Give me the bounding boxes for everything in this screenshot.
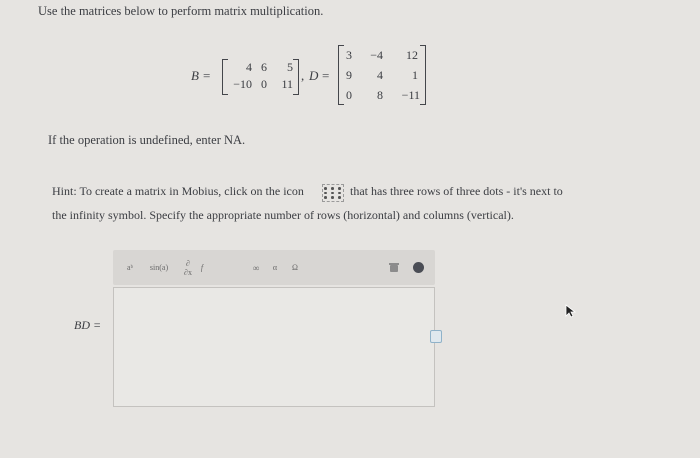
matrix-b-label: B: [191, 68, 199, 83]
matrix-b-right-bracket: [293, 59, 299, 95]
mouse-cursor-icon: [565, 304, 577, 318]
matrix-d-cell: 4: [377, 68, 383, 82]
instructions-text: Use the matrices below to perform matrix…: [38, 4, 324, 18]
info-button[interactable]: [411, 250, 425, 285]
info-icon: [412, 262, 424, 273]
matrix-b-equals: =: [203, 68, 211, 83]
matrix-d-cell: −11: [401, 88, 420, 102]
infinity-button[interactable]: ∞: [249, 250, 263, 285]
matrix-d-cell: −4: [370, 48, 383, 62]
hint-text-line1-end: that has three rows of three dots - it's…: [350, 184, 563, 198]
hint-text-line1: Hint: To create a matrix in Mobius, clic…: [52, 184, 304, 198]
matrix-separator: ,: [301, 68, 305, 83]
sin-button[interactable]: sin(a): [145, 250, 173, 285]
matrix-b-cell: 5: [287, 60, 293, 74]
matrix-d-cell: 9: [346, 68, 352, 82]
matrix-d-cell: 12: [406, 48, 418, 62]
undefined-note: If the operation is undefined, enter NA.: [48, 133, 246, 147]
matrix-d-label: D: [309, 68, 319, 83]
function-symbol: f: [200, 263, 204, 272]
math-toolbar: aᵇ sin(a) ∂ ∂x f ∞ α Ω: [113, 250, 435, 285]
matrix-b-cell: 11: [281, 77, 293, 91]
answer-label: BD =: [74, 318, 102, 332]
matrix-dots-icon: [322, 184, 344, 202]
power-button[interactable]: aᵇ: [117, 250, 143, 285]
matrix-d-cell: 8: [377, 88, 383, 102]
save-icon[interactable]: [430, 330, 442, 343]
matrix-d-right-bracket: [420, 45, 426, 105]
omega-button[interactable]: Ω: [289, 250, 301, 285]
matrix-d-cell: 3: [346, 48, 352, 62]
matrix-d-cell: 1: [412, 68, 418, 82]
answer-input[interactable]: [113, 287, 435, 407]
matrix-d-cell: 0: [346, 88, 352, 102]
hint-text-line2: the infinity symbol. Specify the appropr…: [52, 208, 514, 222]
derivative-bottom: ∂x: [184, 267, 192, 277]
alpha-button[interactable]: α: [269, 250, 281, 285]
derivative-button[interactable]: ∂ ∂x: [177, 250, 199, 285]
matrix-button-icon[interactable]: [216, 259, 236, 275]
delete-icon[interactable]: [387, 250, 401, 285]
derivative-top: ∂: [186, 258, 190, 268]
